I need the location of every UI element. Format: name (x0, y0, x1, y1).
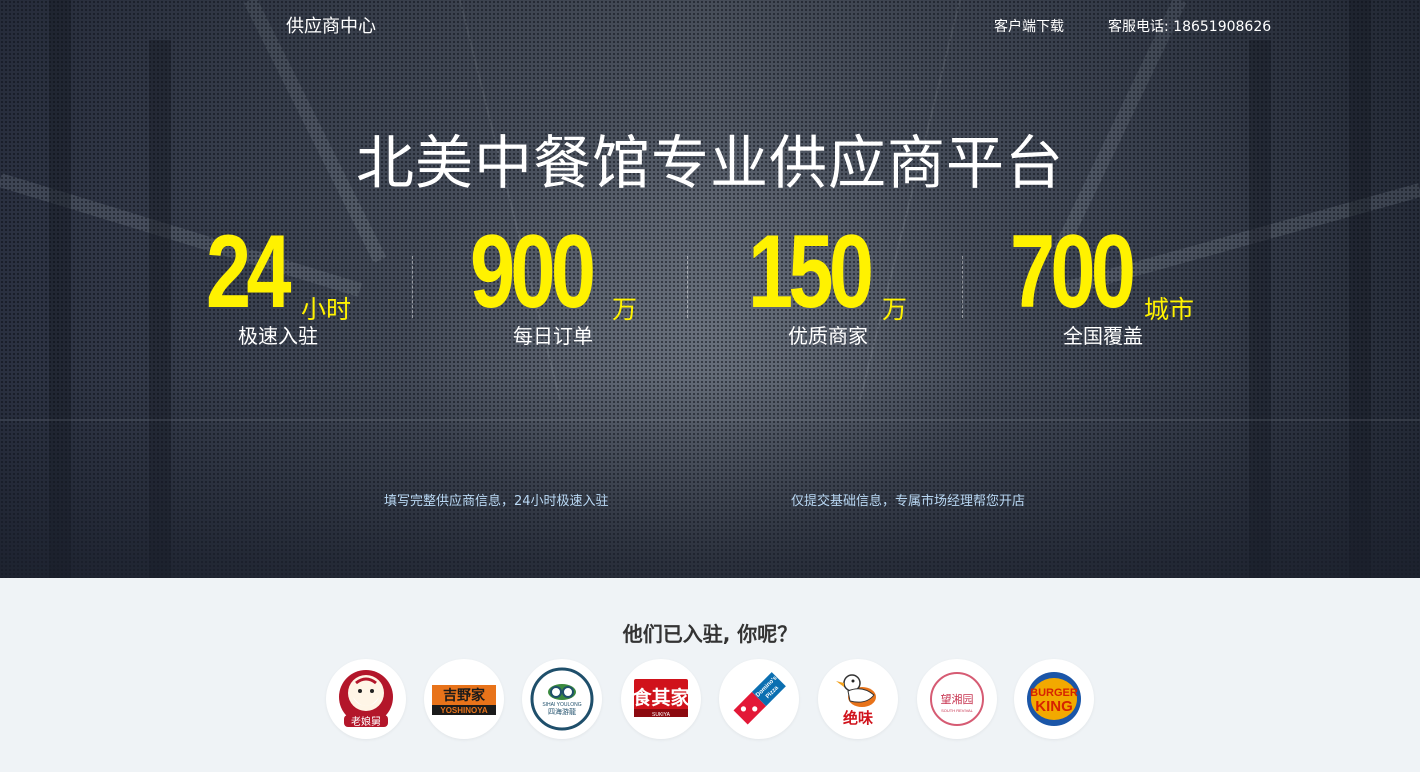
tagline-market-manager: 仅提交基础信息，专属市场经理帮您开店 (791, 494, 1026, 509)
stat-unit: 万 (882, 295, 908, 324)
stat-label: 优质商家 (788, 324, 868, 348)
page-headline: 北美中餐馆专业供应商平台 (355, 129, 1064, 197)
sihaiyoulong-logo-icon: SIHAI YOULONG 四海游龍 (530, 667, 594, 731)
svg-text:吉野家: 吉野家 (443, 687, 486, 704)
svg-text:SUKIYA: SUKIYA (652, 712, 671, 718)
partner-logo-sukiya[interactable]: 食其家 SUKIYA (621, 659, 701, 739)
yoshinoya-logo-icon: 吉野家 YOSHINOYA (432, 685, 496, 715)
customer-service-phone: 客服电话: 18651908626 (1108, 19, 1272, 35)
stat-national-coverage: 700 城市 全国覆盖 (1010, 214, 1230, 352)
stat-label: 每日订单 (513, 324, 593, 348)
stat-value: 150 (748, 214, 874, 330)
stat-value: 24 (206, 214, 292, 330)
stat-label: 极速入驻 (238, 324, 318, 348)
partner-logo-yoshinoya[interactable]: 吉野家 YOSHINOYA (424, 659, 504, 739)
stat-value: 700 (1010, 214, 1136, 330)
partner-logo-burger-king[interactable]: BURGER KING (1014, 659, 1094, 739)
svg-text:YOSHINOYA: YOSHINOYA (440, 706, 487, 715)
stat-value: 900 (470, 214, 596, 330)
client-download-link[interactable]: 客户端下载 (994, 16, 1064, 36)
laoniangjiu-logo-icon: 老娘舅 (339, 670, 393, 728)
juewei-logo-icon: 绝味 (836, 674, 876, 727)
partner-logo-wangxiangyuan[interactable]: 望湘园 SOUTH REVIVAL (917, 659, 997, 739)
stat-quality-merchants: 150 万 优质商家 (748, 214, 948, 352)
tagline-fast-onboarding: 填写完整供应商信息，24小时极速入驻 (384, 494, 609, 509)
dominos-logo-icon: Domino's Pizza (733, 672, 786, 725)
partner-logo-juewei[interactable]: 绝味 (818, 659, 898, 739)
partner-logo-laoniangjiu[interactable]: 老娘舅 (326, 659, 406, 739)
svg-text:KING: KING (1035, 698, 1073, 715)
svg-text:绝味: 绝味 (843, 709, 873, 727)
svg-text:四海游龍: 四海游龍 (548, 707, 576, 716)
stat-label: 全国覆盖 (1063, 324, 1143, 348)
stat-divider (687, 256, 688, 318)
svg-text:食其家: 食其家 (632, 686, 690, 709)
stat-divider (962, 256, 963, 318)
svg-text:SOUTH REVIVAL: SOUTH REVIVAL (941, 708, 973, 713)
partner-logo-dominos[interactable]: Domino's Pizza (719, 659, 799, 739)
wangxiangyuan-logo-icon: 望湘园 SOUTH REVIVAL (930, 672, 984, 726)
stat-unit: 城市 (1144, 295, 1195, 324)
partner-logo-sihaiyoulong[interactable]: SIHAI YOULONG 四海游龍 (522, 659, 602, 739)
hero-banner: 供应商中心 客户端下载 客服电话: 18651908626 北美中餐馆专业供应商… (0, 0, 1420, 578)
svg-text:老娘舅: 老娘舅 (351, 715, 381, 728)
stat-unit: 万 (612, 295, 638, 324)
sukiya-logo-icon: 食其家 SUKIYA (632, 679, 690, 718)
stat-fast-onboarding: 24 小时 极速入驻 (206, 214, 396, 352)
burger-king-logo-icon: BURGER KING (1027, 672, 1081, 726)
site-brand[interactable]: 供应商中心 (286, 12, 376, 38)
stat-unit: 小时 (301, 295, 352, 324)
partners-title: 他们已入驻, 你呢？ (622, 622, 798, 646)
svg-text:望湘园: 望湘园 (941, 692, 974, 706)
stat-daily-orders: 900 万 每日订单 (470, 214, 670, 352)
stat-divider (412, 256, 413, 318)
